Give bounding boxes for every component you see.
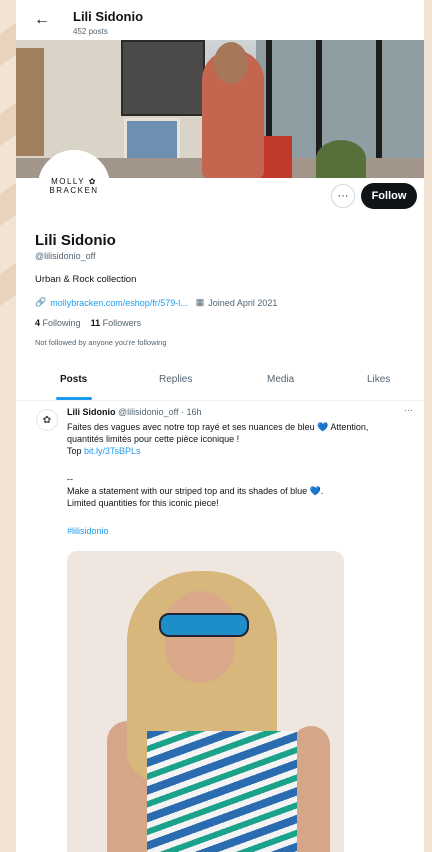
follow-counts: 4 Following 11 Followers [35,318,141,328]
tweet-text-en-1: Make a statement with our striped top an… [67,486,324,496]
tweet-short-link[interactable]: bit.ly/3TsBPLs [84,446,141,456]
header-title: Lili Sidonio [73,9,144,24]
posts-count: 452 posts [73,27,108,36]
profile-avatar[interactable]: MOLLY ✿ BRACKEN [38,150,110,222]
logo-text-bracken: BRACKEN [49,186,99,195]
back-arrow-icon[interactable]: ← [34,12,50,28]
profile-screen: ← Lili Sidonio 452 posts MOLLY ✿ BRACKEN… [16,0,424,852]
tab-likes[interactable]: Likes [367,374,390,385]
tweet-top-label: Top [67,446,82,456]
profile-website-link[interactable]: mollybracken.com/eshop/fr/579-l... [50,298,188,308]
following-link[interactable]: 4 Following [35,318,81,328]
tweet-header: Lili Sidonio @lilisidonio_off · 16h [67,407,202,417]
profile-name: Lili Sidonio [35,232,116,249]
tweet-hashtag[interactable]: #lilisidonio [67,525,417,537]
tweet-avatar[interactable]: ✿ [36,409,58,431]
tweet-author-name[interactable]: Lili Sidonio [67,407,116,417]
tweet-text-fr-1: Faites des vagues avec notre top rayé et… [67,422,369,432]
link-icon: 🔗 [35,297,47,307]
tab-media[interactable]: Media [267,374,294,385]
tweet-text-en-2: Limited quantities for this iconic piece… [67,498,219,508]
tab-posts[interactable]: Posts [60,374,87,385]
followers-link[interactable]: 11 Followers [91,318,142,328]
not-followed-note: Not followed by anyone you're following [35,338,167,347]
tweet-media-image[interactable] [67,551,344,852]
profile-bio: Urban & Rock collection [35,274,137,285]
tweet-top-line: Top bit.ly/3TsBPLs [67,445,417,457]
joined-date: Joined April 2021 [208,297,278,308]
logo-text-molly: MOLLY ✿ [51,177,97,186]
tweet-dash: -- [67,474,73,484]
tweet-text-fr-2: quantités limités pour cette pièce iconi… [67,434,240,444]
profile-tabs: Posts Replies Media Likes [16,366,424,401]
more-options-button[interactable]: ··· [331,184,355,208]
active-tab-indicator [56,397,92,400]
follow-button[interactable]: Follow [361,183,417,209]
tab-replies[interactable]: Replies [159,374,192,385]
tweet-more-icon[interactable]: ··· [404,405,413,415]
profile-handle: @lilisidonio_off [35,251,96,261]
tweet-author-meta: @lilisidonio_off · 16h [118,407,202,417]
top-bar: ← Lili Sidonio 452 posts [16,0,424,40]
tweet[interactable]: ✿ Lili Sidonio @lilisidonio_off · 16h ··… [16,401,424,852]
calendar-icon: ▦ [195,297,205,307]
profile-meta: 🔗 mollybracken.com/eshop/fr/579-l... ▦ J… [35,297,277,308]
